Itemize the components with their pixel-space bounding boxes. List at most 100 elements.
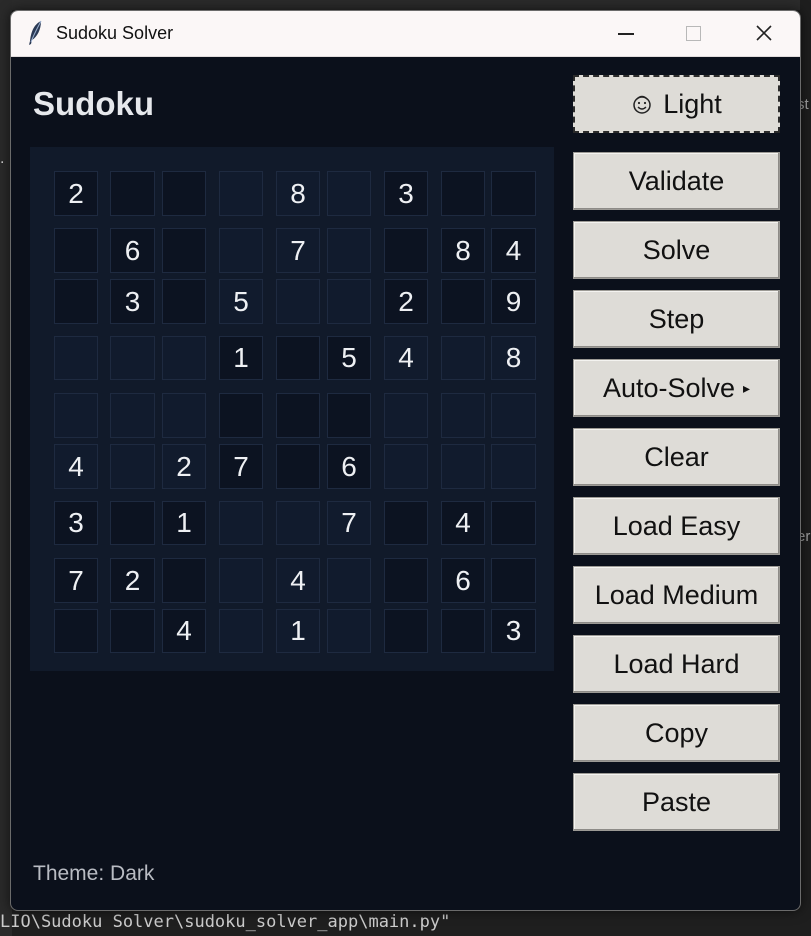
- sudoku-cell[interactable]: [327, 393, 371, 438]
- sudoku-cell[interactable]: [441, 171, 485, 216]
- load-hard-button[interactable]: Load Hard: [573, 635, 780, 693]
- sudoku-cell[interactable]: 7: [327, 501, 371, 545]
- sudoku-cell[interactable]: [491, 501, 536, 545]
- sudoku-cell[interactable]: [491, 558, 536, 603]
- sudoku-cell[interactable]: [110, 444, 155, 489]
- sudoku-cell[interactable]: 7: [276, 228, 320, 273]
- sudoku-cell[interactable]: 8: [276, 171, 320, 216]
- sudoku-cell[interactable]: 6: [110, 228, 155, 273]
- validate-button[interactable]: Validate: [573, 152, 780, 210]
- sudoku-cell[interactable]: 1: [219, 336, 263, 380]
- minimize-button[interactable]: [595, 11, 655, 56]
- sudoku-cell[interactable]: [327, 279, 371, 324]
- sudoku-cell[interactable]: [110, 336, 155, 380]
- sudoku-cell[interactable]: [276, 393, 320, 438]
- sudoku-cell[interactable]: [327, 228, 371, 273]
- sudoku-cell[interactable]: [384, 228, 428, 273]
- sudoku-cell[interactable]: [162, 171, 206, 216]
- sudoku-cell[interactable]: 2: [110, 558, 155, 603]
- sudoku-cell[interactable]: [491, 444, 536, 489]
- sudoku-cell[interactable]: [491, 393, 536, 438]
- sudoku-cell[interactable]: [162, 228, 206, 273]
- sudoku-cell[interactable]: [219, 558, 263, 603]
- sudoku-cell[interactable]: [54, 336, 98, 380]
- sudoku-cell[interactable]: 9: [491, 279, 536, 324]
- sudoku-cell[interactable]: [384, 609, 428, 653]
- sudoku-cell[interactable]: [276, 279, 320, 324]
- sudoku-cell[interactable]: [441, 336, 485, 380]
- auto-solve-button[interactable]: Auto-Solve ▸: [573, 359, 780, 417]
- sudoku-cell[interactable]: [491, 171, 536, 216]
- sudoku-cell[interactable]: 5: [327, 336, 371, 380]
- sudoku-cell[interactable]: 4: [54, 444, 98, 489]
- sudoku-cell[interactable]: 1: [162, 501, 206, 545]
- sudoku-cell[interactable]: [162, 336, 206, 380]
- solve-button[interactable]: Solve: [573, 221, 780, 279]
- sudoku-cell[interactable]: 7: [219, 444, 263, 489]
- maximize-button[interactable]: [664, 11, 724, 56]
- sudoku-cell[interactable]: [110, 393, 155, 438]
- title-bar[interactable]: Sudoku Solver: [11, 11, 800, 57]
- sudoku-cell[interactable]: [162, 558, 206, 603]
- sudoku-cell[interactable]: [276, 336, 320, 380]
- step-button[interactable]: Step: [573, 290, 780, 348]
- sudoku-cell[interactable]: 8: [441, 228, 485, 273]
- sudoku-cell[interactable]: 4: [162, 609, 206, 653]
- theme-toggle-button[interactable]: Light: [573, 75, 780, 133]
- clear-button[interactable]: Clear: [573, 428, 780, 486]
- sudoku-cell[interactable]: 3: [54, 501, 98, 545]
- sudoku-cell[interactable]: 4: [276, 558, 320, 603]
- sudoku-cell[interactable]: [384, 444, 428, 489]
- sudoku-cell[interactable]: [327, 558, 371, 603]
- close-button[interactable]: [734, 11, 794, 56]
- sudoku-cell[interactable]: 6: [327, 444, 371, 489]
- sudoku-cell[interactable]: 2: [162, 444, 206, 489]
- sudoku-cell[interactable]: 4: [491, 228, 536, 273]
- sudoku-cell[interactable]: 2: [54, 171, 98, 216]
- sudoku-cell[interactable]: [441, 444, 485, 489]
- sudoku-cell[interactable]: [219, 501, 263, 545]
- sudoku-cell[interactable]: 5: [219, 279, 263, 324]
- sudoku-cell[interactable]: 1: [276, 609, 320, 653]
- sudoku-cell[interactable]: [219, 228, 263, 273]
- sudoku-cell[interactable]: 4: [441, 501, 485, 545]
- sudoku-cell[interactable]: [110, 501, 155, 545]
- sudoku-cell[interactable]: [54, 279, 98, 324]
- sudoku-cell[interactable]: [276, 444, 320, 489]
- sudoku-cell[interactable]: 3: [384, 171, 428, 216]
- sudoku-cell[interactable]: [384, 558, 428, 603]
- sudoku-cell[interactable]: [110, 171, 155, 216]
- load-medium-button[interactable]: Load Medium: [573, 566, 780, 624]
- sudoku-cell[interactable]: [219, 609, 263, 653]
- feather-icon: [29, 20, 42, 45]
- sudoku-cell[interactable]: [162, 393, 206, 438]
- sudoku-cell[interactable]: [327, 171, 371, 216]
- paste-button[interactable]: Paste: [573, 773, 780, 831]
- sudoku-cell[interactable]: [219, 393, 263, 438]
- sudoku-cell[interactable]: 3: [491, 609, 536, 653]
- sudoku-cell[interactable]: [384, 501, 428, 545]
- sudoku-cell[interactable]: [219, 171, 263, 216]
- sudoku-cell[interactable]: 2: [384, 279, 428, 324]
- sudoku-cell[interactable]: [441, 279, 485, 324]
- sudoku-cell[interactable]: [162, 279, 206, 324]
- sudoku-cell[interactable]: 6: [441, 558, 485, 603]
- load-easy-button[interactable]: Load Easy: [573, 497, 780, 555]
- sudoku-cell[interactable]: [276, 501, 320, 545]
- sudoku-cell[interactable]: [384, 393, 428, 438]
- sudoku-cell[interactable]: [327, 609, 371, 653]
- sudoku-cell[interactable]: [110, 609, 155, 653]
- sudoku-cell[interactable]: [441, 393, 485, 438]
- sudoku-cell[interactable]: [54, 609, 98, 653]
- terminal-path-text: LIO\Sudoku Solver\sudoku_solver_app\main…: [0, 912, 451, 932]
- sudoku-cell[interactable]: [54, 228, 98, 273]
- sudoku-cell[interactable]: [441, 609, 485, 653]
- sudoku-cell[interactable]: 7: [54, 558, 98, 603]
- copy-button[interactable]: Copy: [573, 704, 780, 762]
- sudoku-cell[interactable]: 4: [384, 336, 428, 380]
- theme-status-text: Theme: Dark: [33, 862, 155, 885]
- sudoku-cell[interactable]: 8: [491, 336, 536, 380]
- sudoku-cell[interactable]: [54, 393, 98, 438]
- play-arrow-icon: ▸: [743, 379, 751, 396]
- sudoku-cell[interactable]: 3: [110, 279, 155, 324]
